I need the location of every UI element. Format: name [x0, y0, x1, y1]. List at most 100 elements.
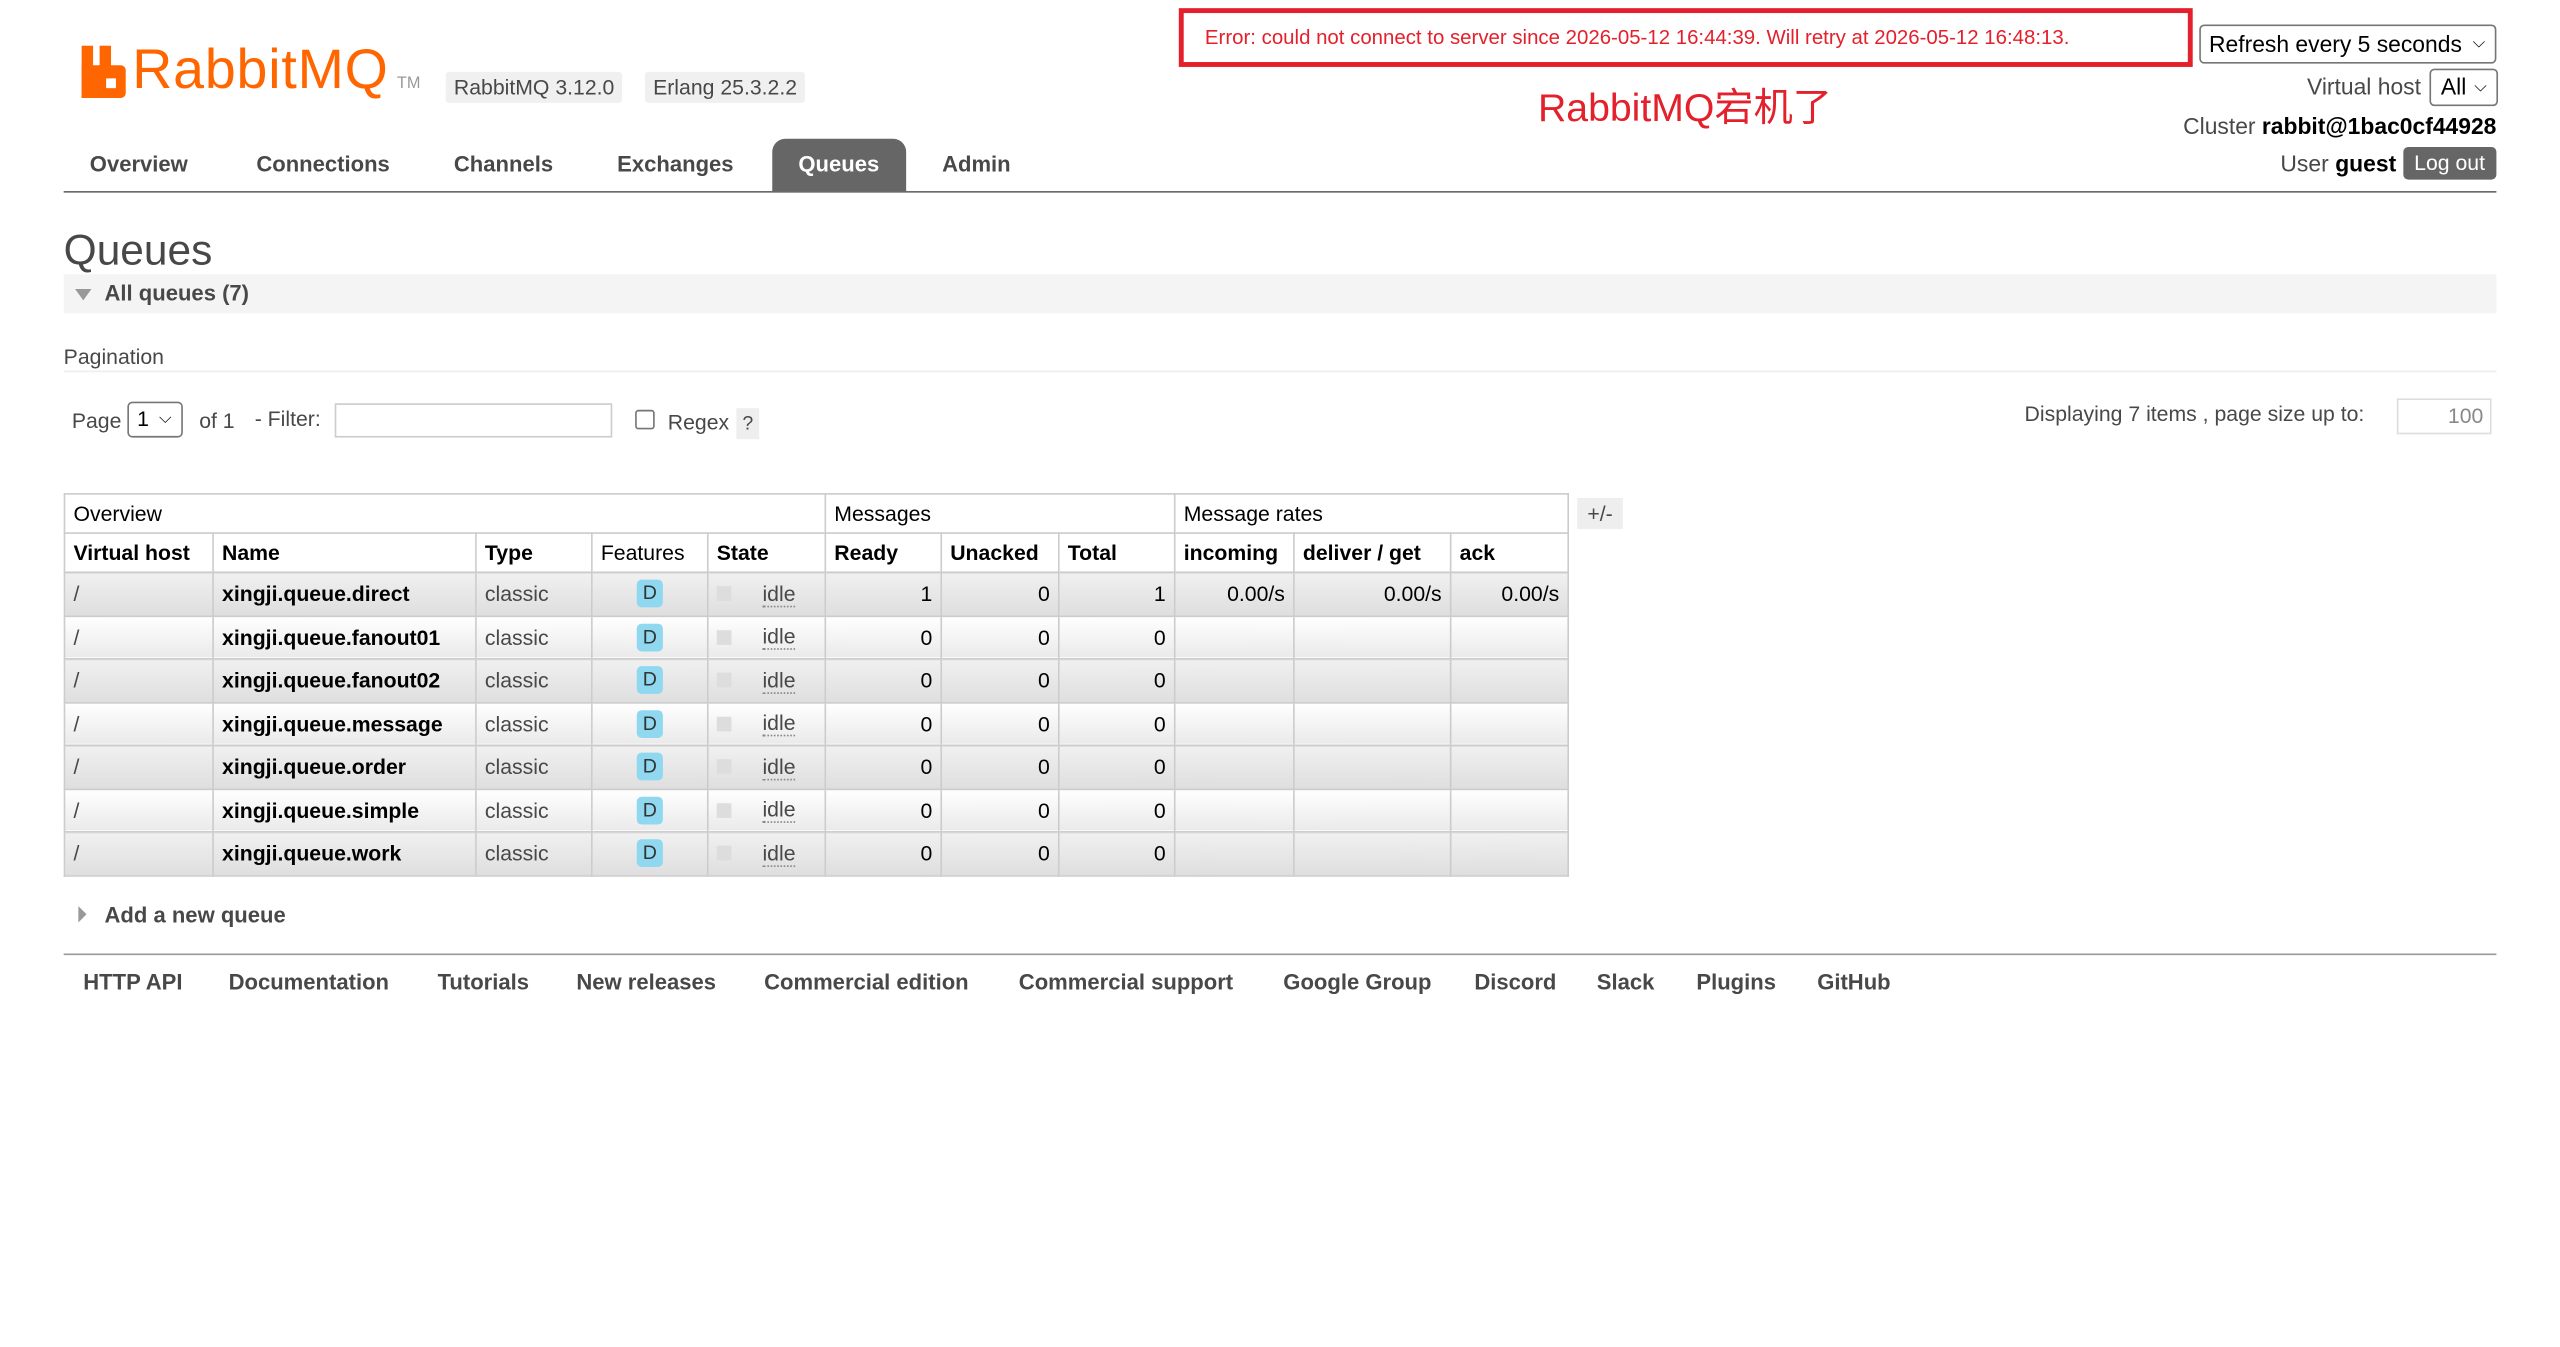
- page-label: Page: [71, 408, 122, 433]
- tab-queues[interactable]: Queues: [772, 138, 906, 192]
- chevron-down-icon: ⌵: [2472, 34, 2485, 53]
- row-ack-rate: 0.00/s: [1449, 571, 1570, 617]
- col-features[interactable]: Features: [591, 532, 709, 574]
- queue-row: / xingji.queue.work classic Didle 0 0 0: [63, 831, 1570, 876]
- queue-name-link[interactable]: xingji.queue.order: [212, 744, 477, 790]
- state-idle-icon: [716, 629, 732, 645]
- col-incoming[interactable]: incoming: [1173, 532, 1295, 574]
- footer-link-slack[interactable]: Slack: [1597, 970, 1655, 994]
- displaying-count: Displaying 7 items , page size up to:: [2024, 401, 2365, 427]
- col-ready[interactable]: Ready: [824, 532, 943, 574]
- row-ready: 0: [824, 701, 943, 747]
- footer-link-plugins[interactable]: Plugins: [1696, 970, 1776, 994]
- durable-badge[interactable]: D: [636, 580, 663, 608]
- durable-badge[interactable]: D: [636, 753, 663, 781]
- footer-link-discord[interactable]: Discord: [1474, 970, 1556, 994]
- durable-badge[interactable]: D: [636, 796, 663, 825]
- queue-name-link[interactable]: xingji.queue.fanout01: [212, 614, 477, 660]
- filter-label: - Filter:: [254, 406, 321, 432]
- tab-connections[interactable]: Connections: [256, 139, 389, 191]
- refresh-interval-select[interactable]: Refresh every 5 seconds ⌵: [2199, 24, 2497, 64]
- queue-name-link[interactable]: xingji.queue.direct: [212, 571, 477, 617]
- durable-badge[interactable]: D: [636, 839, 663, 868]
- col-ack[interactable]: ack: [1449, 532, 1570, 574]
- row-vhost: /: [63, 831, 214, 876]
- tab-exchanges[interactable]: Exchanges: [617, 139, 733, 191]
- footer-link-tutorials[interactable]: Tutorials: [438, 970, 529, 994]
- logo-trademark: TM: [396, 75, 421, 94]
- col-state[interactable]: State: [706, 532, 827, 574]
- page-title: Queues: [63, 225, 213, 275]
- state-idle-icon: [716, 716, 732, 732]
- row-incoming-rate: [1173, 614, 1295, 660]
- footer-link-google-group[interactable]: Google Group: [1283, 970, 1431, 994]
- footer-link-new-releases[interactable]: New releases: [576, 970, 716, 994]
- row-features: D: [591, 787, 709, 833]
- regex-checkbox[interactable]: [635, 409, 655, 430]
- durable-badge[interactable]: D: [636, 623, 663, 652]
- footer-link-commercial-edition[interactable]: Commercial edition: [764, 970, 969, 994]
- queue-name-link[interactable]: xingji.queue.work: [212, 831, 477, 876]
- col-virtual-host[interactable]: Virtual host: [63, 532, 214, 574]
- row-deliver-rate: [1293, 831, 1452, 876]
- page-size-input[interactable]: 100: [2396, 398, 2492, 435]
- row-unacked: 0: [940, 701, 1060, 747]
- queue-row: / xingji.queue.fanout02 classic Didle 0 0 0: [63, 657, 1570, 703]
- queue-name-link[interactable]: xingji.queue.simple: [212, 787, 477, 833]
- col-type[interactable]: Type: [475, 532, 593, 574]
- row-state: idle: [706, 657, 827, 703]
- refresh-interval-value: Refresh every 5 seconds: [2209, 31, 2462, 58]
- footer-link-commercial-support[interactable]: Commercial support: [1019, 970, 1233, 994]
- col-total[interactable]: Total: [1057, 532, 1176, 574]
- regex-help-button[interactable]: ?: [736, 408, 760, 440]
- section-title: All queues (7): [104, 280, 250, 306]
- footer-link-documentation[interactable]: Documentation: [229, 970, 389, 994]
- state-label[interactable]: idle: [762, 711, 796, 737]
- state-label[interactable]: idle: [762, 624, 796, 651]
- row-features: D: [591, 701, 709, 747]
- footer-link-http-api[interactable]: HTTP API: [83, 970, 182, 994]
- row-deliver-rate: [1293, 614, 1452, 660]
- filter-input[interactable]: [334, 403, 613, 438]
- row-incoming-rate: [1173, 744, 1295, 790]
- row-type: classic: [475, 571, 593, 617]
- queue-name-link[interactable]: xingji.queue.fanout02: [212, 657, 477, 703]
- column-toggle-button[interactable]: +/-: [1577, 497, 1623, 529]
- footer-link-github[interactable]: GitHub: [1817, 970, 1890, 994]
- col-name[interactable]: Name: [212, 532, 477, 574]
- durable-badge[interactable]: D: [636, 666, 663, 695]
- rabbitmq-logo[interactable]: RabbitMQ TM: [81, 42, 421, 98]
- all-queues-section-toggle[interactable]: All queues (7): [63, 274, 2497, 314]
- virtual-host-select[interactable]: All ⌵: [2429, 68, 2499, 107]
- state-label[interactable]: idle: [762, 840, 796, 867]
- state-idle-icon: [716, 802, 732, 818]
- row-features: D: [591, 831, 709, 876]
- row-type: classic: [475, 657, 593, 703]
- state-label[interactable]: idle: [762, 667, 796, 694]
- tab-overview[interactable]: Overview: [90, 139, 188, 191]
- state-label[interactable]: idle: [762, 797, 796, 824]
- col-deliver-get[interactable]: deliver / get: [1293, 532, 1452, 574]
- rabbit-logo-icon: [81, 45, 126, 98]
- add-queue-toggle[interactable]: Add a new queue: [78, 903, 286, 927]
- state-label[interactable]: idle: [762, 754, 796, 781]
- state-label[interactable]: idle: [762, 581, 796, 607]
- row-vhost: /: [63, 787, 214, 833]
- row-state: idle: [706, 787, 827, 833]
- row-incoming-rate: [1173, 701, 1295, 747]
- tab-admin[interactable]: Admin: [942, 139, 1011, 191]
- chevron-down-icon: ⌵: [159, 409, 172, 428]
- row-state: idle: [706, 614, 827, 660]
- row-features: D: [591, 657, 709, 703]
- durable-badge[interactable]: D: [636, 709, 663, 738]
- main-nav: Overview Connections Channels Exchanges …: [63, 138, 2497, 193]
- row-incoming-rate: [1173, 787, 1295, 833]
- state-idle-icon: [716, 673, 732, 688]
- queue-name-link[interactable]: xingji.queue.message: [212, 701, 477, 747]
- col-unacked[interactable]: Unacked: [940, 532, 1060, 574]
- row-ready: 0: [824, 657, 943, 703]
- page-select[interactable]: 1 ⌵: [127, 401, 183, 438]
- row-state: idle: [706, 744, 827, 790]
- tab-channels[interactable]: Channels: [454, 139, 553, 191]
- state-idle-icon: [716, 759, 732, 775]
